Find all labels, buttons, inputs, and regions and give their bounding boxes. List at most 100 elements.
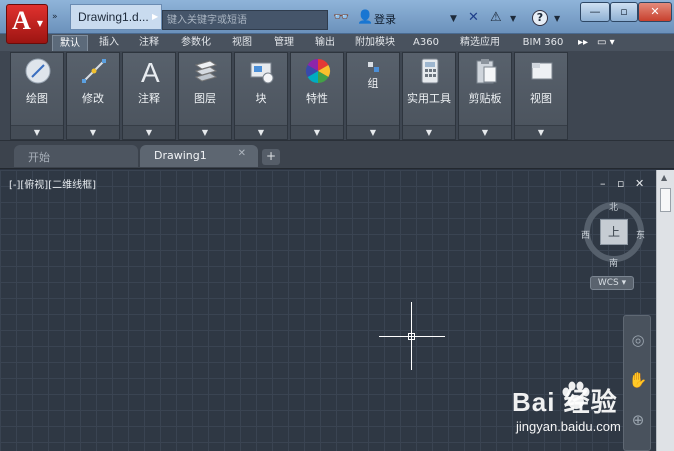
tab-output[interactable]: 输出 [307,35,343,51]
tab-label: Drawing1 [154,149,207,162]
chevron-down-icon[interactable]: ▼ [291,128,343,137]
viewport-restore-button[interactable]: ▫ [617,177,624,190]
panel-label: 修改 [82,92,104,105]
tab-view[interactable]: 视图 [224,35,260,51]
modify-icon [79,56,109,86]
tab-bim360[interactable]: BIM 360 [515,35,571,51]
wcs-menu[interactable]: WCS ▾ [590,276,634,290]
document-title-tab[interactable]: Drawing1.d... [70,4,162,30]
compass-north[interactable]: 北 [609,200,618,213]
autocad-logo: A [12,6,31,35]
tab-insert[interactable]: 插入 [92,35,126,51]
scroll-thumb[interactable] [660,188,671,212]
panel-group[interactable]: 组 ▼ [346,52,400,140]
compass-south[interactable]: 南 [609,256,618,269]
close-button[interactable]: ✕ [638,2,672,22]
panel-label: 视图 [530,92,552,105]
navigation-bar: ◎ ✋ ⊕ [623,315,651,451]
viewport-close-button[interactable]: ✕ [635,177,644,190]
view-icon [527,56,557,86]
binoculars-icon[interactable]: 👓 [333,10,349,25]
chevron-down-icon[interactable]: ▼ [403,128,455,137]
chevron-down-icon[interactable]: ▼ [459,128,511,137]
panel-label: 特性 [306,92,328,105]
panel-label: 绘图 [26,92,48,105]
panel-block[interactable]: 块 ▼ [234,52,288,140]
tab-a360[interactable]: A360 [406,35,446,51]
pan-icon[interactable]: ✋ [628,370,648,390]
panel-layers[interactable]: 图层 ▼ [178,52,232,140]
chevron-down-icon: ▼ [36,19,43,28]
ribbon-tab-bar: 默认 插入 注释 参数化 视图 管理 输出 附加模块 A360 精选应用 BIM… [0,34,674,51]
tab-addins[interactable]: 附加模块 [349,35,401,51]
ribbon-panel-area: 绘图 ▼ 修改 ▼ A 注释 ▼ 图层 ▼ 块 ▼ 特性 ▼ 组 ▼ 实用工具 … [0,51,674,141]
tab-parametric[interactable]: 参数化 [172,35,220,51]
crosshair-pickbox [408,333,415,340]
minimize-button[interactable]: — [580,2,610,22]
baidu-paw-icon [562,381,590,409]
compass-west[interactable]: 西 [581,228,590,241]
annotation-icon: A [135,56,165,86]
chevron-down-icon[interactable]: ▼ [67,128,119,137]
scroll-up-icon[interactable]: ▲ [661,173,667,182]
ribbon-options-icon[interactable]: ▭ ▾ [597,35,615,51]
viewport-minimize-button[interactable]: – [600,177,606,190]
compass-east[interactable]: 东 [636,228,645,241]
panel-label: 组 [367,77,379,90]
utilities-icon [415,56,445,86]
exchange-icon[interactable]: ✕ [468,10,479,25]
chevron-down-icon[interactable]: ▼ [235,128,287,137]
tab-manage[interactable]: 管理 [266,35,302,51]
tab-featured-apps[interactable]: 精选应用 [452,35,508,51]
quick-access-expand-icon[interactable]: » [52,12,58,22]
panel-annotation[interactable]: A 注释 ▼ [122,52,176,140]
viewport-controls-label[interactable]: [-][俯视][二维线框] [9,176,96,191]
chevron-down-icon[interactable]: ▼ [515,128,567,137]
tab-start[interactable]: 开始 [14,145,138,167]
maximize-button[interactable]: ▫ [610,2,638,22]
draw-icon [23,56,53,86]
panel-label: 图层 [194,92,216,105]
panel-label: 实用工具 [407,92,451,105]
tab-overflow-icon[interactable]: ▸▸ [578,35,588,51]
chevron-down-icon[interactable]: ▼ [554,14,560,23]
login-link[interactable]: 登录 [374,11,396,27]
tab-drawing1[interactable]: Drawing1 ✕ [140,145,258,167]
chevron-down-icon[interactable]: ▼ [450,14,457,24]
panel-draw[interactable]: 绘图 ▼ [10,52,64,140]
panel-clipboard[interactable]: 剪贴板 ▼ [458,52,512,140]
panel-properties[interactable]: 特性 ▼ [290,52,344,140]
panel-label: 剪贴板 [468,92,502,105]
chevron-down-icon[interactable]: ▼ [510,14,516,23]
application-menu-button[interactable]: A ▼ [6,4,48,44]
chevron-down-icon[interactable]: ▼ [123,128,175,137]
autodesk-a360-icon[interactable]: ⚠ [490,10,502,25]
title-bar: A ▼ » Drawing1.d... ▶ 👓 👤 登录 ▼ ✕ ⚠ ▼ ? ▼… [0,0,674,44]
panel-label: 块 [255,92,267,105]
vertical-scrollbar[interactable]: ▲ [656,170,674,451]
user-icon[interactable]: 👤 [357,10,373,25]
search-input[interactable] [162,10,328,30]
title-arrow-icon[interactable]: ▶ [152,12,158,21]
panel-modify[interactable]: 修改 ▼ [66,52,120,140]
watermark-url: jingyan.baidu.com [516,419,621,434]
help-icon[interactable]: ? [532,10,548,26]
close-icon[interactable]: ✕ [238,148,246,159]
new-tab-button[interactable]: + [262,149,280,165]
zoom-icon[interactable]: ⊕ [628,410,648,430]
layers-icon [191,56,221,86]
chevron-down-icon[interactable]: ▼ [11,128,63,137]
panel-label: 注释 [138,92,160,105]
tab-default[interactable]: 默认 [52,35,88,51]
chevron-down-icon[interactable]: ▼ [179,128,231,137]
chevron-down-icon[interactable]: ▼ [347,128,399,137]
panel-utilities[interactable]: 实用工具 ▼ [402,52,456,140]
panel-view[interactable]: 视图 ▼ [514,52,568,140]
tab-annotate[interactable]: 注释 [131,35,167,51]
steering-wheel-icon[interactable]: ◎ [628,330,648,350]
clipboard-icon [471,56,501,86]
svg-text:A: A [141,57,160,85]
properties-icon [303,56,333,86]
file-tab-bar: 开始 Drawing1 ✕ + [0,141,674,169]
viewcube-top-face[interactable]: 上 [600,219,628,245]
